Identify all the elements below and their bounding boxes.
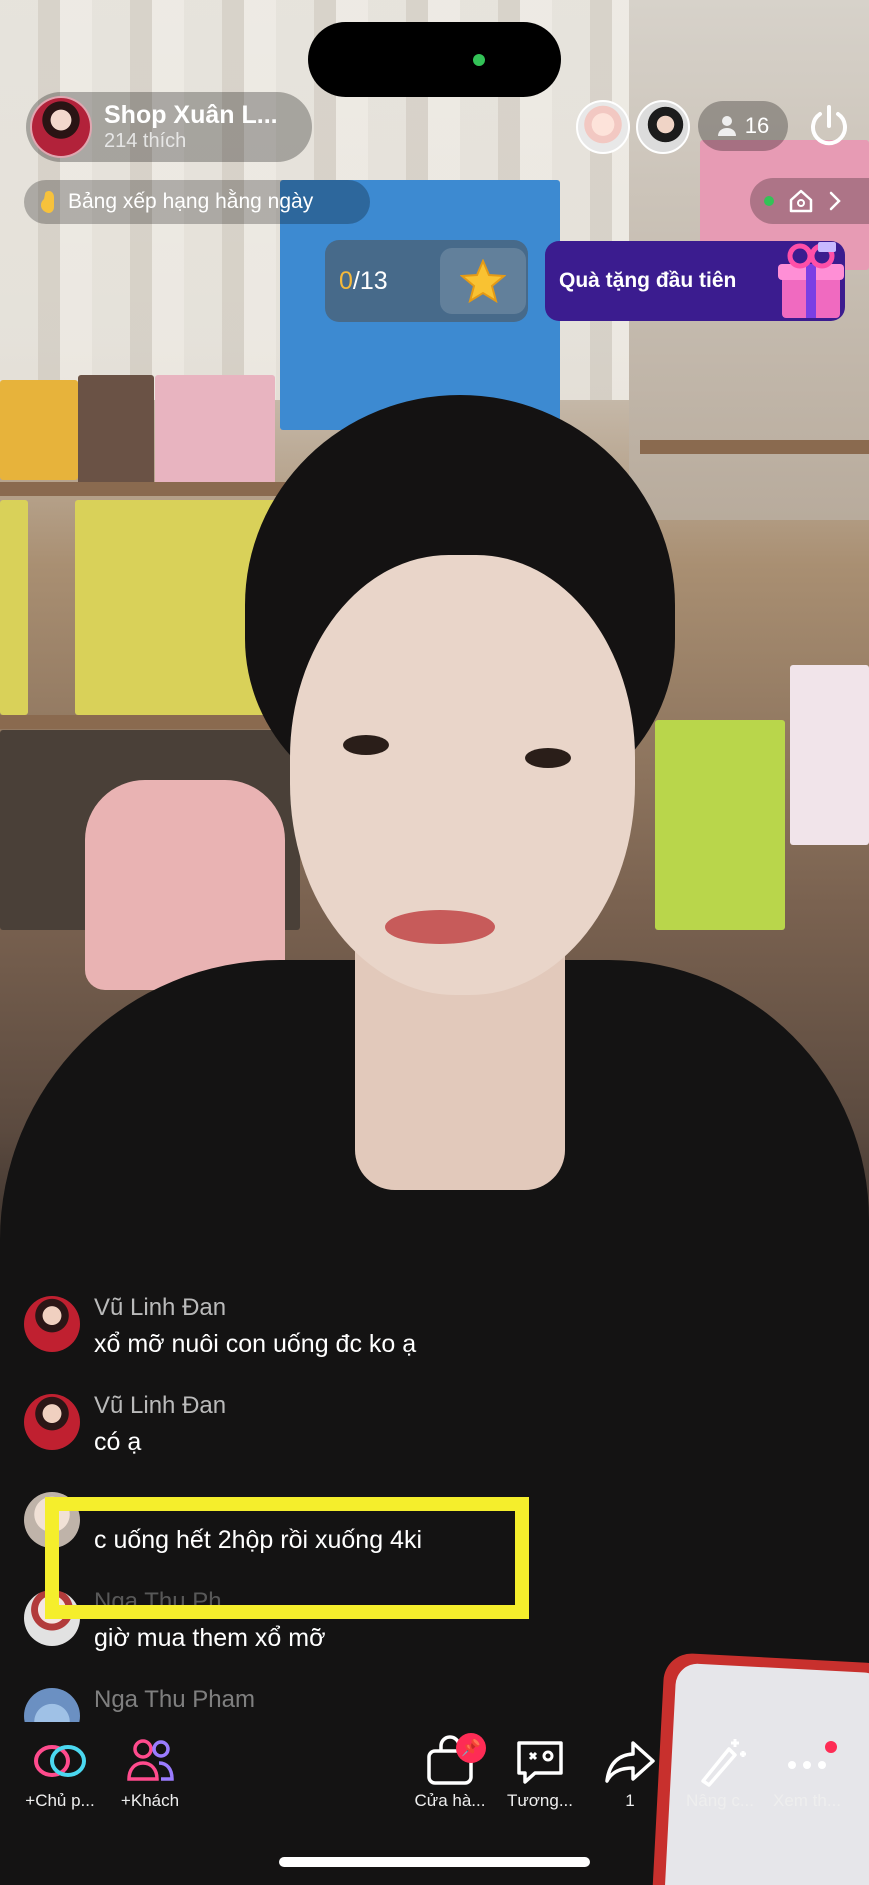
online-dot [764, 196, 774, 206]
product-boxes [0, 500, 28, 715]
enhance-button[interactable]: Nâng c... [672, 1735, 768, 1811]
chat-message[interactable]: Nga Thu Pham [24, 1682, 544, 1722]
chair [85, 780, 285, 990]
host-name: Shop Xuân L... [104, 101, 278, 130]
goal-total: /13 [352, 266, 388, 295]
more-label: Xem th... [772, 1791, 842, 1810]
cohost-button[interactable]: +Chủ p... [12, 1735, 108, 1811]
gift-box-icon [778, 242, 844, 318]
person-eye [343, 735, 389, 755]
share-button[interactable]: 1 [582, 1735, 678, 1811]
chat-username[interactable]: Vũ Linh Đan [94, 1294, 226, 1322]
shelf [0, 715, 300, 729]
host-avatar[interactable] [30, 96, 92, 158]
person-icon [717, 116, 736, 136]
shop-label: Cửa hà... [414, 1791, 486, 1810]
first-gift-label: Quà tặng đầu tiên [559, 269, 737, 292]
daily-ranking-label: Bảng xếp hạng hằng ngày [68, 190, 314, 213]
dynamic-island [308, 22, 561, 97]
chat-avatar[interactable] [24, 1688, 80, 1722]
shelf [640, 440, 869, 454]
chat-text: xổ mỡ nuôi con uống đc ko ạ [94, 1330, 417, 1358]
house-icon [789, 189, 813, 213]
viewer-avatar[interactable] [576, 100, 630, 154]
shop-button[interactable]: 📌 Cửa hà... [402, 1733, 498, 1811]
link-rings-icon [34, 1745, 86, 1777]
people-icon [127, 1739, 174, 1781]
goal-current: 0 [339, 266, 353, 295]
chevron-right-icon [829, 191, 841, 211]
shelf [0, 482, 300, 496]
chat-avatar[interactable] [24, 1394, 80, 1450]
person-eye [525, 748, 571, 768]
share-arrow-icon [605, 1741, 655, 1783]
guests-label: +Khách [120, 1791, 180, 1810]
chat-text: giờ mua them xổ mỡ [94, 1624, 326, 1652]
product-boxes [0, 380, 78, 480]
interact-button[interactable]: Tương... [492, 1735, 588, 1811]
host-profile[interactable]: Shop Xuân L... 214 thích [26, 92, 312, 162]
guests-button[interactable]: +Khách [102, 1735, 198, 1811]
home-indicator[interactable] [279, 1857, 590, 1867]
chat-username[interactable]: Vũ Linh Đan [94, 1392, 226, 1420]
share-count: 1 [625, 1791, 635, 1810]
game-chat-icon [517, 1741, 563, 1784]
goal-star [440, 248, 526, 314]
enhance-label: Nâng c... [685, 1791, 755, 1810]
magic-wand-icon [701, 1739, 746, 1787]
product-boxes [790, 665, 869, 845]
chat-text: có ạ [94, 1428, 142, 1456]
cohost-label: +Chủ p... [25, 1791, 95, 1810]
daily-ranking-button[interactable]: Bảng xếp hạng hằng ngày [24, 180, 370, 224]
bottom-toolbar: +Chủ p... +Khách 📌 Cửa hà... Tương... 1 [0, 1733, 869, 1825]
product-boxes [155, 375, 275, 485]
viewer-count: 16 [744, 113, 770, 138]
chat-avatar[interactable] [24, 1296, 80, 1352]
chat-username[interactable]: Nga Thu Pham [94, 1686, 255, 1714]
viewer-avatar[interactable] [636, 100, 690, 154]
more-button[interactable]: Xem th... [759, 1735, 855, 1811]
product-boxes [655, 720, 785, 930]
room-status-pill[interactable] [750, 178, 869, 224]
interact-label: Tương... [507, 1791, 573, 1810]
host-likes: 214 thích [104, 129, 187, 152]
viewer-count-button[interactable]: 16 [698, 101, 788, 151]
star-icon [460, 259, 506, 303]
product-boxes [78, 375, 154, 485]
close-live-button[interactable] [804, 101, 854, 151]
camera-indicator-dot [473, 54, 485, 66]
notification-dot [825, 1741, 837, 1753]
hand-icon [41, 191, 54, 213]
highlight-box [45, 1497, 529, 1619]
power-icon [811, 105, 847, 146]
person-lips [385, 910, 495, 944]
pin-badge-icon: 📌 [456, 1733, 486, 1763]
